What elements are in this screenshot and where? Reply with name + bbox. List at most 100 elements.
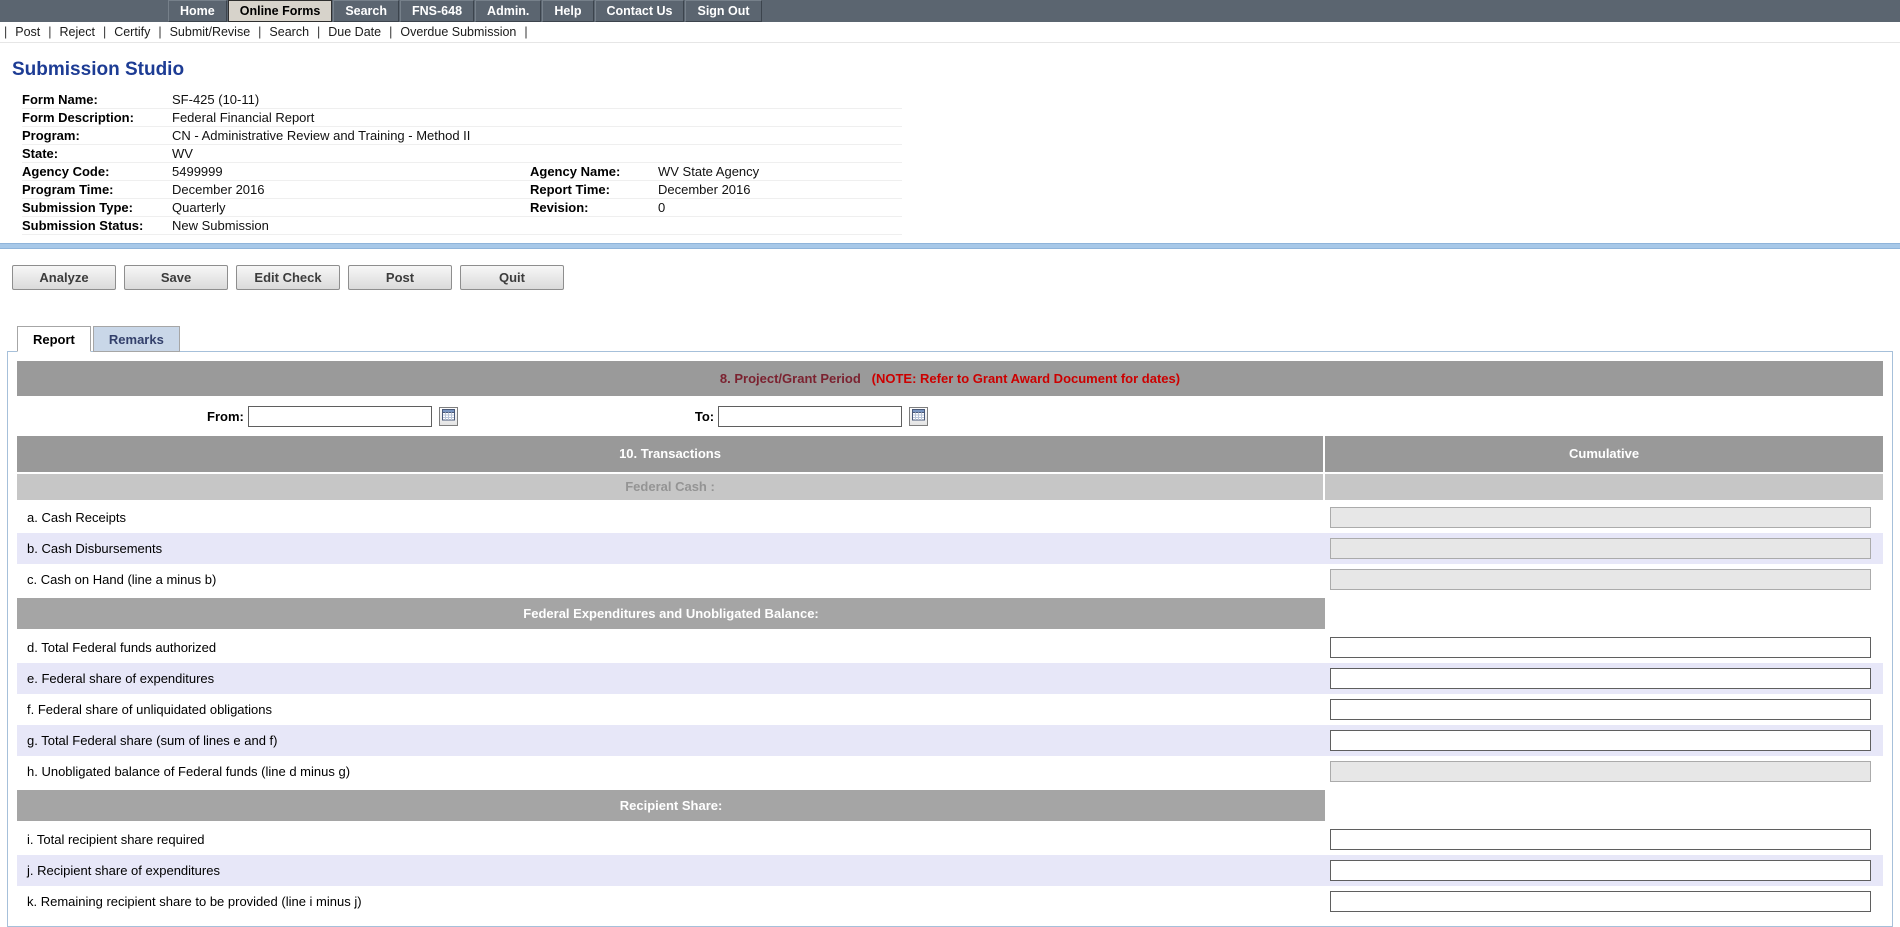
nav-help[interactable]: Help [542, 0, 593, 22]
cumulative-input-f[interactable] [1330, 699, 1871, 720]
transaction-row-e: e. Federal share of expenditures [17, 663, 1883, 694]
cumulative-input-j[interactable] [1330, 860, 1871, 881]
revision-label: Revision: [530, 200, 658, 215]
transaction-label: i. Total recipient share required [17, 832, 1325, 847]
submission-status-label: Submission Status: [22, 218, 172, 233]
transaction-row-a: a. Cash Receipts [17, 502, 1883, 533]
form-info-row: Form Description: Federal Financial Repo… [22, 109, 902, 127]
from-date-input[interactable] [248, 406, 432, 427]
from-calendar-button[interactable] [439, 407, 458, 426]
report-panel: 8. Project/Grant Period (NOTE: Refer to … [7, 351, 1893, 927]
cumulative-input-k[interactable] [1330, 891, 1871, 912]
action-submit-revise[interactable]: Submit/Revise [162, 25, 259, 39]
cumulative-input-e[interactable] [1330, 668, 1871, 689]
report-time-value: December 2016 [658, 182, 902, 197]
nav-online-forms[interactable]: Online Forms [228, 0, 333, 22]
to-label: To: [695, 409, 714, 424]
grant-period-title: 8. Project/Grant Period [720, 371, 861, 386]
transaction-row-d: d. Total Federal funds authorized [17, 632, 1883, 663]
transaction-label: j. Recipient share of expenditures [17, 863, 1325, 878]
form-info-row: Submission Status: New Submission [22, 217, 902, 235]
cumulative-input-b [1330, 538, 1871, 559]
to-date-input[interactable] [718, 406, 902, 427]
transaction-label: g. Total Federal share (sum of lines e a… [17, 733, 1325, 748]
calendar-icon [912, 408, 925, 424]
transaction-label: a. Cash Receipts [17, 510, 1325, 525]
toolbar: Analyze Save Edit Check Post Quit [12, 265, 1900, 290]
cumulative-input-g[interactable] [1330, 730, 1871, 751]
action-certify[interactable]: Certify [106, 25, 158, 39]
federal-cash-label: Federal Cash : [17, 474, 1325, 500]
edit-check-button[interactable]: Edit Check [236, 265, 340, 290]
action-search[interactable]: Search [261, 25, 317, 39]
agency-name-value: WV State Agency [658, 164, 902, 179]
action-overdue-submission[interactable]: Overdue Submission [392, 25, 524, 39]
agency-name-label: Agency Name: [530, 164, 658, 179]
nav-admin[interactable]: Admin. [475, 0, 541, 22]
transaction-label: e. Federal share of expenditures [17, 671, 1325, 686]
nav-contact-us[interactable]: Contact Us [595, 0, 685, 22]
subheader-recipient-share: Recipient Share: [17, 790, 1883, 821]
form-info-row: Agency Code: 5499999 Agency Name: WV Sta… [22, 163, 902, 181]
nav-home[interactable]: Home [168, 0, 227, 22]
from-label: From: [207, 409, 244, 424]
save-button[interactable]: Save [124, 265, 228, 290]
transaction-label: c. Cash on Hand (line a minus b) [17, 572, 1325, 587]
analyze-button[interactable]: Analyze [12, 265, 116, 290]
transaction-row-f: f. Federal share of unliquidated obligat… [17, 694, 1883, 725]
transaction-row-j: j. Recipient share of expenditures [17, 855, 1883, 886]
post-button[interactable]: Post [348, 265, 452, 290]
form-name-label: Form Name: [22, 92, 172, 107]
state-label: State: [22, 146, 172, 161]
cumulative-header: Cumulative [1325, 436, 1883, 472]
transaction-label: b. Cash Disbursements [17, 541, 1325, 556]
action-post[interactable]: Post [7, 25, 48, 39]
report-time-label: Report Time: [530, 182, 658, 197]
nav-fns-648[interactable]: FNS-648 [400, 0, 474, 22]
grant-period-inputs-row: From: To: [17, 396, 1883, 436]
nav-search[interactable]: Search [333, 0, 399, 22]
program-time-value: December 2016 [172, 182, 530, 197]
transaction-label: f. Federal share of unliquidated obligat… [17, 702, 1325, 717]
revision-value: 0 [658, 200, 902, 215]
blue-divider [0, 243, 1900, 249]
tab-bar: Report Remarks [17, 326, 1900, 352]
action-due-date[interactable]: Due Date [320, 25, 389, 39]
subheader-federal-expenditures: Federal Expenditures and Unobligated Bal… [17, 598, 1883, 629]
transaction-row-i: i. Total recipient share required [17, 824, 1883, 855]
program-label: Program: [22, 128, 172, 143]
cumulative-input-i[interactable] [1330, 829, 1871, 850]
form-info-table: Form Name: SF-425 (10-11) Form Descripti… [22, 91, 902, 235]
form-description-label: Form Description: [22, 110, 172, 125]
program-time-label: Program Time: [22, 182, 172, 197]
transaction-label: d. Total Federal funds authorized [17, 640, 1325, 655]
recipient-share-label: Recipient Share: [17, 790, 1325, 821]
top-nav-bar: Home Online Forms Search FNS-648 Admin. … [0, 0, 1900, 22]
transactions-header-row: 10. Transactions Cumulative [17, 436, 1883, 472]
federal-expenditures-label: Federal Expenditures and Unobligated Bal… [17, 598, 1325, 629]
transactions-header: 10. Transactions [17, 436, 1325, 472]
form-description-value: Federal Financial Report [172, 110, 530, 125]
submission-type-value: Quarterly [172, 200, 530, 215]
transaction-label: k. Remaining recipient share to be provi… [17, 894, 1325, 909]
transaction-row-b: b. Cash Disbursements [17, 533, 1883, 564]
cumulative-input-a [1330, 507, 1871, 528]
transaction-row-g: g. Total Federal share (sum of lines e a… [17, 725, 1883, 756]
tab-report[interactable]: Report [17, 326, 91, 352]
tab-remarks[interactable]: Remarks [93, 326, 180, 352]
form-name-value: SF-425 (10-11) [172, 92, 530, 107]
nav-sign-out[interactable]: Sign Out [685, 0, 761, 22]
transaction-row-c: c. Cash on Hand (line a minus b) [17, 564, 1883, 595]
calendar-icon [442, 408, 455, 424]
action-reject[interactable]: Reject [52, 25, 103, 39]
program-value: CN - Administrative Review and Training … [172, 128, 530, 143]
grant-period-header: 8. Project/Grant Period (NOTE: Refer to … [17, 361, 1883, 396]
form-info-row: Program Time: December 2016 Report Time:… [22, 181, 902, 199]
form-info-row: Program: CN - Administrative Review and … [22, 127, 902, 145]
separator: | [524, 25, 527, 39]
to-calendar-button[interactable] [909, 407, 928, 426]
form-info-row: State: WV [22, 145, 902, 163]
quit-button[interactable]: Quit [460, 265, 564, 290]
cumulative-input-d[interactable] [1330, 637, 1871, 658]
submission-type-label: Submission Type: [22, 200, 172, 215]
